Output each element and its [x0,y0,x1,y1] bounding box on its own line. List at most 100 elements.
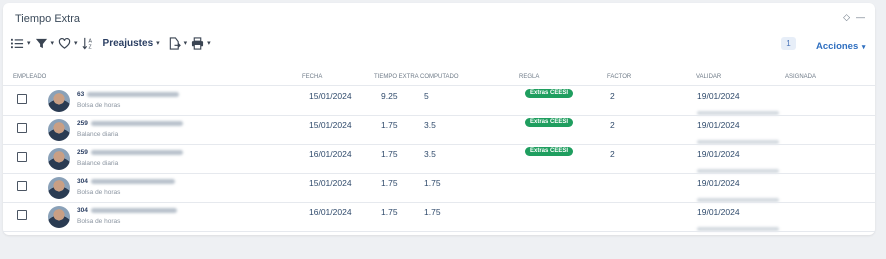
window-controls: ◇ — [843,12,865,23]
avatar [48,90,70,112]
column-validate[interactable]: Validar [696,74,721,80]
chevron-down-icon: ▾ [207,40,211,47]
column-employee[interactable]: Empleado [13,74,46,80]
employee-name[interactable]: 63 [77,91,180,98]
chevron-down-icon: ▾ [27,40,31,47]
overtime-cell: 1.75 [381,207,398,217]
export-button[interactable]: ▾ [168,36,188,50]
employee-id: 304 [77,178,88,185]
table-row[interactable]: 259 Balance diaria 15/01/2024 1.75 3.5 E… [3,116,875,144]
minimize-icon[interactable]: — [856,12,865,23]
date-cell: 16/01/2024 [309,207,352,217]
chevron-down-icon: ▾ [183,40,188,47]
date-cell: 15/01/2024 [309,91,352,101]
validation-date: 19/01/2024 [697,149,740,159]
filter-icon [35,38,47,48]
column-overtime[interactable]: Tiempo Extra [374,74,419,80]
employee-id: 304 [77,207,88,214]
selection-count-badge: 1 [781,37,796,50]
validation-date: 19/01/2024 [697,207,740,217]
employee-name[interactable]: 304 [77,207,177,214]
date-cell: 15/01/2024 [309,178,352,188]
column-computed[interactable]: Computado [420,74,459,80]
employee-name[interactable]: 304 [77,178,175,185]
column-date[interactable]: Fecha [302,74,322,80]
validation-date: 19/01/2024 [697,91,740,101]
heart-icon [58,37,71,49]
employee-balance-type: Bolsa de horas [77,189,121,196]
redacted-name [90,149,183,155]
export-icon [169,36,181,50]
header-divider [3,85,875,86]
factor-cell: 2 [610,91,615,101]
table-row[interactable]: 304 Bolsa de horas 15/01/2024 1.75 1.75 … [3,174,875,202]
avatar [48,119,70,141]
svg-text:A: A [88,38,92,44]
chevron-down-icon: ▾ [74,40,78,47]
overtime-cell: 1.75 [381,149,398,159]
row-checkbox[interactable] [17,94,27,104]
chevron-down-icon: ▾ [156,40,160,47]
print-button[interactable]: ▾ [191,36,211,50]
employee-balance-type: Balance diaria [77,131,119,138]
chevron-down-icon: ▾ [50,40,55,47]
actions-dropdown[interactable]: Acciones ▾ [816,41,865,52]
collapse-icon[interactable]: ◇ [843,12,850,23]
list-icon [11,38,24,48]
actions-label: Acciones [816,41,859,52]
table-row[interactable]: 63 Bolsa de horas 15/01/2024 9.25 5 Extr… [3,87,875,115]
computed-cell: 5 [424,91,429,101]
redacted-name [90,120,183,126]
computed-cell: 1.75 [424,178,441,188]
employee-id: 259 [77,149,88,156]
table-row[interactable]: 304 Bolsa de horas 16/01/2024 1.75 1.75 … [3,203,875,231]
date-cell: 16/01/2024 [309,149,352,159]
svg-text:Z: Z [88,44,91,49]
toolbar: ▾ ▾ ▾ AZ Preajustes ▾ ▾ ▾ [11,35,211,51]
rule-badge: Extras CEESI [525,147,574,156]
presets-dropdown[interactable]: Preajustes ▾ [103,38,160,49]
avatar [48,148,70,170]
avatar [48,206,70,228]
chevron-down-icon: ▾ [861,44,866,51]
employee-balance-type: Bolsa de horas [77,218,121,225]
computed-cell: 3.5 [424,149,436,159]
redacted-name [90,178,175,184]
rule-badge: Extras CEESI [525,118,574,127]
employee-balance-type: Balance diaria [77,160,119,167]
overtime-cell: 1.75 [381,178,398,188]
panel-title: Tiempo Extra [15,13,81,25]
overtime-cell: 1.75 [381,120,398,130]
computed-cell: 3.5 [424,120,436,130]
redacted-name [87,91,180,97]
employee-balance-type: Bolsa de horas [77,102,121,109]
filter-button[interactable]: ▾ [35,37,55,50]
column-rule[interactable]: Regla [519,74,539,80]
row-divider [3,231,875,232]
row-checkbox[interactable] [17,123,27,133]
list-view-button[interactable]: ▾ [11,37,31,50]
employee-id: 259 [77,120,88,127]
row-checkbox[interactable] [17,181,27,191]
validation-date: 19/01/2024 [697,178,740,188]
employee-name[interactable]: 259 [77,149,183,156]
column-assigned[interactable]: Asignada [785,74,816,80]
computed-cell: 1.75 [424,207,441,217]
rule-badge: Extras CEESI [525,89,574,98]
validation-date: 19/01/2024 [697,120,740,130]
factor-cell: 2 [610,120,615,130]
row-checkbox[interactable] [17,210,27,220]
column-factor[interactable]: Factor [607,74,631,80]
presets-label: Preajustes [102,37,154,49]
table-row[interactable]: 259 Balance diaria 16/01/2024 1.75 3.5 E… [3,145,875,173]
overtime-cell: 9.25 [381,91,398,101]
sort-az-icon: AZ [82,37,92,50]
favorites-button[interactable]: ▾ [58,37,78,50]
validator-name [697,220,779,238]
employee-name[interactable]: 259 [77,120,183,127]
redacted-name [90,207,177,213]
sort-button[interactable]: AZ [82,37,95,50]
row-checkbox[interactable] [17,152,27,162]
avatar [48,177,70,199]
date-cell: 15/01/2024 [309,120,352,130]
